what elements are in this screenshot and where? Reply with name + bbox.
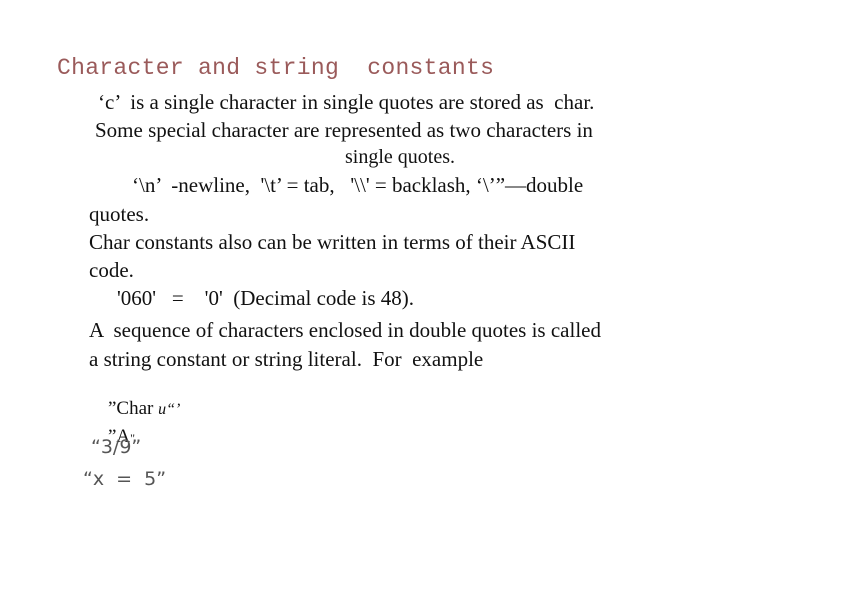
ascii-example-line: '060' = '0' (Decimal code is 48). (117, 286, 414, 310)
body-text-line: quotes. (89, 202, 150, 226)
body-text-line: Char constants also can be written in te… (89, 230, 576, 254)
body-text-line: Some special character are represented a… (95, 118, 593, 142)
string-example: “3/9” (91, 436, 142, 458)
body-text-line: a string constant or string literal. For… (89, 347, 484, 371)
string-example: “x = 5” (83, 468, 167, 490)
string-example-tail: u“’ (158, 401, 181, 418)
body-text-line: ‘c’ is a single character in single quot… (98, 90, 595, 114)
body-text-line: single quotes. (345, 146, 455, 168)
slide: Character and string constants ‘c’ is a … (0, 0, 842, 595)
escape-sequences-line: ‘\n’ -newline, '\t’ = tab, '\\' = backla… (132, 173, 584, 197)
body-text-line: code. (89, 258, 134, 282)
body-text-line: A sequence of characters enclosed in dou… (89, 318, 601, 342)
slide-title: Character and string constants (57, 55, 495, 81)
